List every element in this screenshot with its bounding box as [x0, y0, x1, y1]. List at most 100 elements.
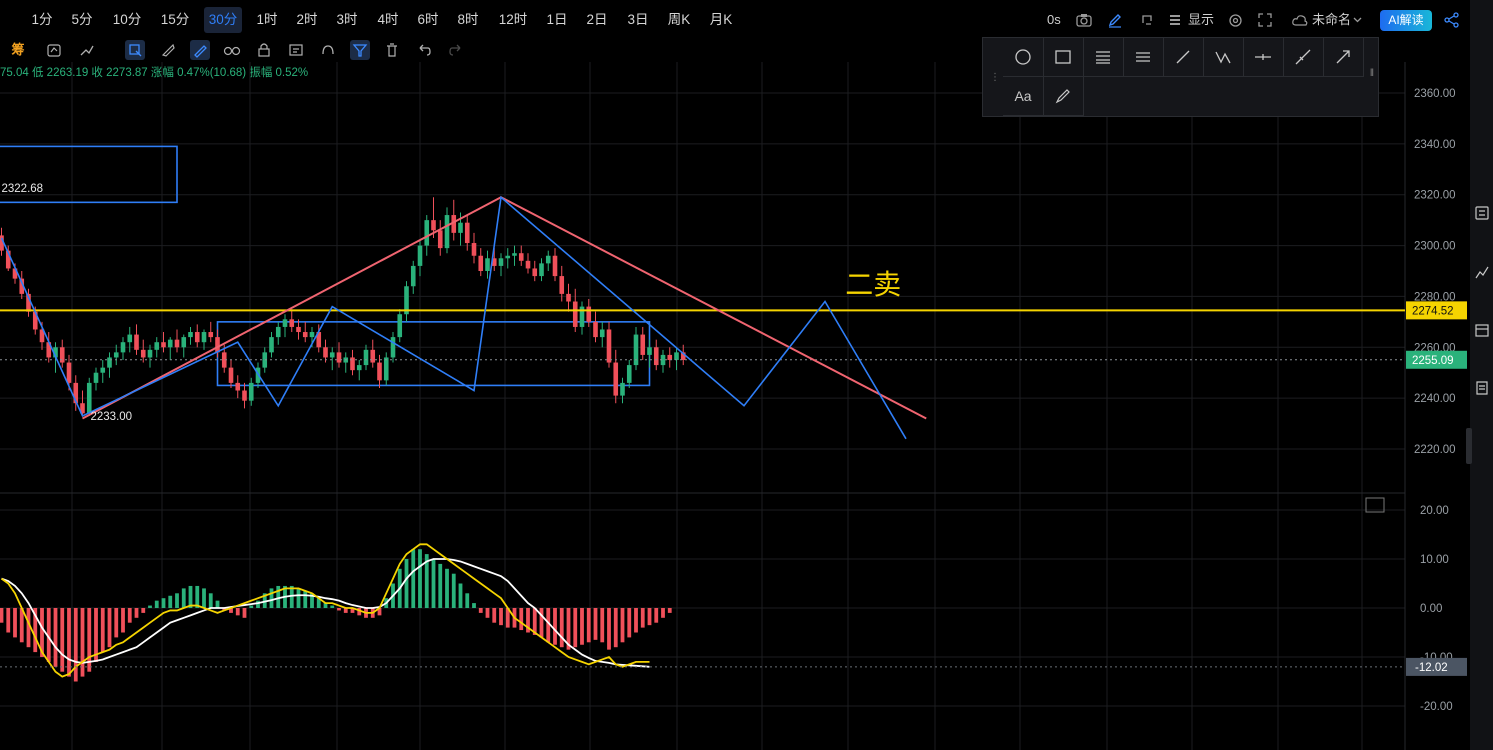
macd-histogram-bar: [337, 608, 341, 611]
circle-tool-icon[interactable]: [1003, 38, 1044, 77]
candle-body: [464, 222, 470, 244]
macd-histogram-bar: [80, 608, 85, 677]
candle-body: [498, 258, 504, 266]
macd-histogram-bar: [607, 608, 611, 650]
macd-histogram-bar: [107, 608, 112, 648]
candle-body: [518, 253, 524, 261]
candle-body: [640, 334, 646, 355]
candle-body: [586, 306, 592, 322]
arrow-tool-icon[interactable]: [1323, 38, 1364, 77]
candle-body: [390, 337, 396, 358]
notes-icon[interactable]: [1474, 380, 1490, 396]
candle-body: [552, 255, 558, 277]
drawing-tools-panel: Aa ⋮ ‖: [982, 37, 1379, 117]
macd-histogram-bar: [647, 608, 652, 626]
panel-resize-icon[interactable]: ‖: [1370, 68, 1374, 79]
candle-body: [356, 365, 362, 371]
calendar-icon[interactable]: [1474, 322, 1490, 338]
price-extreme-label: 2322.68: [2, 183, 44, 195]
candle-body: [140, 349, 146, 358]
macd-histogram-bar: [499, 608, 503, 626]
market-icon[interactable]: [1474, 264, 1490, 280]
pen-tool-icon[interactable]: [1043, 77, 1084, 116]
text-tool[interactable]: Aa: [1003, 77, 1044, 116]
candle-body: [309, 332, 315, 338]
watchlist-icon[interactable]: [1474, 205, 1490, 221]
macd-histogram-bar: [269, 588, 274, 608]
price-tick-label: 2300.00: [1414, 241, 1456, 253]
macd-histogram-bar: [256, 600, 260, 608]
macd-histogram-bar: [296, 588, 301, 608]
candle-body: [363, 349, 369, 366]
candle-body: [512, 253, 517, 256]
consolidation-box: [216, 321, 651, 387]
macd-dea-line: [1, 558, 650, 668]
fibonacci-tool-icon[interactable]: [1083, 38, 1124, 77]
macd-histogram-bar: [53, 608, 58, 667]
macd-histogram-bar: [640, 608, 645, 628]
candle-body: [525, 260, 531, 269]
sidebar-collapse-handle[interactable]: [1466, 428, 1472, 464]
macd-histogram-bar: [627, 608, 632, 638]
level-price-label: 2274.52: [1412, 305, 1454, 317]
candle-body: [599, 329, 605, 338]
drag-handle-icon[interactable]: ⋮: [990, 72, 1000, 83]
macd-histogram-bar: [60, 608, 65, 672]
rectangle-tool-icon[interactable]: [1043, 38, 1084, 77]
macd-histogram-bar: [593, 608, 598, 640]
candle-body: [167, 339, 173, 348]
candle-body: [532, 268, 538, 277]
candle-body: [174, 339, 180, 348]
trend-line-tool-icon[interactable]: [1163, 38, 1204, 77]
candle-body: [161, 342, 166, 348]
candle-body: [113, 352, 119, 358]
macd-histogram-bar: [215, 600, 220, 608]
macd-current-label: -12.02: [1415, 662, 1448, 674]
price-tick-label: 2360.00: [1414, 88, 1456, 100]
macd-histogram-bar: [181, 588, 186, 608]
macd-histogram-bar: [458, 583, 463, 608]
candle-body: [424, 220, 430, 246]
candle-body: [93, 372, 99, 383]
candle-body: [188, 332, 193, 338]
candle-body: [626, 365, 632, 383]
macd-histogram-bar: [208, 593, 213, 608]
candle-body: [397, 314, 403, 338]
candle-body: [458, 222, 463, 233]
macd-histogram-bar: [667, 608, 672, 613]
macd-histogram-bar: [634, 608, 638, 633]
candle-body: [593, 321, 598, 338]
candle-body: [566, 293, 571, 302]
macd-histogram-bar: [175, 593, 179, 608]
candle-body: [302, 332, 308, 338]
macd-histogram-bar: [620, 608, 625, 643]
horizontal-line-tool-icon[interactable]: [1243, 38, 1284, 77]
macd-histogram-bar: [553, 608, 557, 645]
macd-histogram-bar: [580, 608, 584, 645]
candle-body: [181, 337, 187, 348]
candle-body: [572, 301, 578, 327]
candle-body: [329, 352, 335, 358]
macd-histogram-bar: [0, 608, 4, 623]
candle-body: [539, 263, 544, 277]
macd-histogram-bar: [586, 608, 591, 643]
candle-body: [336, 352, 342, 363]
macd-histogram-bar: [519, 608, 524, 631]
candle-body: [383, 357, 389, 381]
parallel-lines-tool-icon[interactable]: [1123, 38, 1164, 77]
candle-body: [323, 347, 328, 358]
candle-body: [127, 334, 133, 343]
candle-body: [275, 326, 281, 338]
candle-body: [431, 220, 436, 231]
macd-histogram-bar: [303, 590, 308, 608]
macd-histogram-bar: [276, 585, 281, 608]
macd-tick-label: 0.00: [1420, 603, 1442, 615]
zigzag-tool-icon[interactable]: [1203, 38, 1244, 77]
macd-tick-label: 20.00: [1420, 505, 1449, 517]
macd-histogram-bar: [654, 608, 659, 623]
macd-histogram-bar: [114, 608, 119, 638]
candle-body: [377, 362, 382, 381]
price-extreme-label: 2233.00: [91, 411, 133, 423]
ray-tool-icon[interactable]: [1283, 38, 1324, 77]
candle-body: [194, 332, 200, 343]
